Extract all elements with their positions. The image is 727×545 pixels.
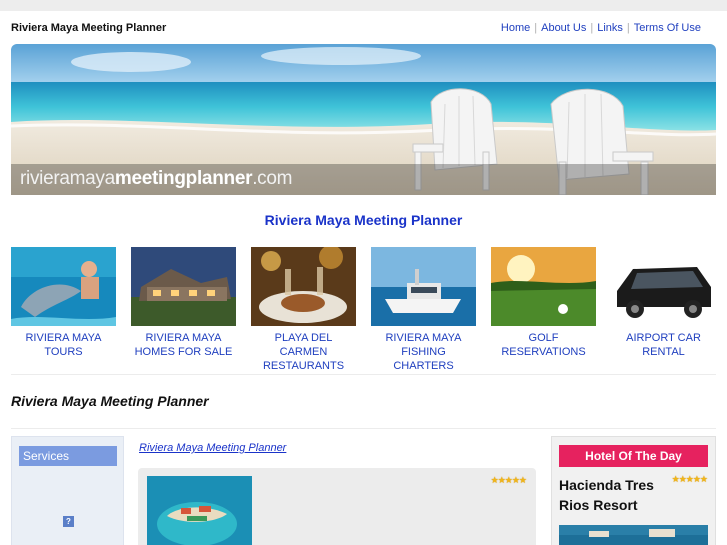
tile-photo[interactable] bbox=[491, 247, 596, 326]
tile-photo[interactable] bbox=[131, 247, 236, 326]
tile-caption[interactable]: RIVIERA MAYA TOURS bbox=[11, 331, 116, 359]
nav-separator: | bbox=[590, 22, 594, 34]
hotel-thumbnail[interactable] bbox=[147, 476, 252, 545]
rating-stars: ★★★★★ bbox=[490, 475, 527, 485]
section-divider bbox=[11, 428, 716, 429]
fishing-boat-photo bbox=[371, 247, 476, 326]
tile-caption[interactable]: AIRPORT CAR RENTAL bbox=[611, 331, 716, 359]
center-content: Riviera Maya Meeting Planner ★★★★★ bbox=[130, 436, 543, 545]
hotel-of-the-day-panel: Hotel Of The Day Hacienda Tres Rios Reso… bbox=[551, 436, 716, 545]
hotel-photo[interactable] bbox=[559, 525, 708, 545]
planner-link[interactable]: Riviera Maya Meeting Planner bbox=[139, 442, 286, 454]
nav-about-link[interactable]: About Us bbox=[541, 22, 586, 34]
tile-golf-reservations[interactable]: GOLF RESERVATIONS bbox=[491, 247, 596, 359]
tile-photo[interactable] bbox=[11, 247, 116, 326]
section-divider bbox=[11, 374, 716, 375]
tile-riviera-maya-tours[interactable]: RIVIERA MAYA TOURS bbox=[11, 247, 116, 359]
nav-terms-link[interactable]: Terms Of Use bbox=[634, 22, 701, 34]
golf-course-photo bbox=[491, 247, 596, 326]
nav-separator: | bbox=[626, 22, 630, 34]
page-heading: Riviera Maya Meeting Planner bbox=[264, 212, 463, 228]
minivan-photo bbox=[611, 247, 716, 326]
service-tiles: RIVIERA MAYA TOURS RIVIERA MAYA HOMES FOR … bbox=[11, 247, 716, 372]
hotel-pool-photo bbox=[559, 525, 708, 545]
hotel-card: ★★★★★ bbox=[138, 468, 536, 545]
rating-stars: ★★★★★ bbox=[671, 474, 708, 484]
nav-separator: | bbox=[534, 22, 538, 34]
site-title: Riviera Maya Meeting Planner bbox=[11, 22, 167, 34]
hotel-of-the-day-header: Hotel Of The Day bbox=[559, 445, 708, 467]
hotel-name-link[interactable]: Hacienda Tres Rios Resort bbox=[559, 475, 679, 515]
top-navigation: Home | About Us | Links | Terms Of Use bbox=[501, 22, 701, 34]
dolphin-swim-photo bbox=[11, 247, 116, 326]
tile-homes-for-sale[interactable]: RIVIERA MAYA HOMES FOR SALE bbox=[131, 247, 236, 359]
banner-site-url: rivieramayameetingplanner.com bbox=[20, 168, 293, 189]
nav-home-link[interactable]: Home bbox=[501, 22, 530, 34]
tile-airport-car-rental[interactable]: AIRPORT CAR RENTAL bbox=[611, 247, 716, 359]
section-heading: Riviera Maya Meeting Planner bbox=[11, 393, 209, 409]
resort-aerial-photo bbox=[147, 476, 252, 545]
header-banner: rivieramayameetingplanner.com bbox=[11, 44, 716, 195]
tile-restaurants[interactable]: PLAYA DEL CARMEN RESTAURANTS bbox=[251, 247, 356, 373]
tile-photo[interactable] bbox=[611, 247, 716, 326]
tile-caption[interactable]: RIVIERA MAYA HOMES FOR SALE bbox=[131, 331, 236, 359]
tile-photo[interactable] bbox=[251, 247, 356, 326]
tile-photo[interactable] bbox=[371, 247, 476, 326]
restaurant-dish-photo bbox=[251, 247, 356, 326]
tile-fishing-charters[interactable]: RIVIERA MAYA FISHING CHARTERS bbox=[371, 247, 476, 373]
tile-caption[interactable]: RIVIERA MAYA FISHING CHARTERS bbox=[371, 331, 476, 373]
services-header[interactable]: Services bbox=[19, 446, 117, 466]
services-sidebar: Services ? bbox=[11, 436, 124, 545]
tile-caption[interactable]: PLAYA DEL CARMEN RESTAURANTS bbox=[251, 331, 356, 373]
top-strip bbox=[0, 0, 727, 11]
home-dusk-photo bbox=[131, 247, 236, 326]
nav-links-link[interactable]: Links bbox=[597, 22, 623, 34]
question-icon[interactable]: ? bbox=[63, 516, 74, 527]
tile-caption[interactable]: GOLF RESERVATIONS bbox=[491, 331, 596, 359]
